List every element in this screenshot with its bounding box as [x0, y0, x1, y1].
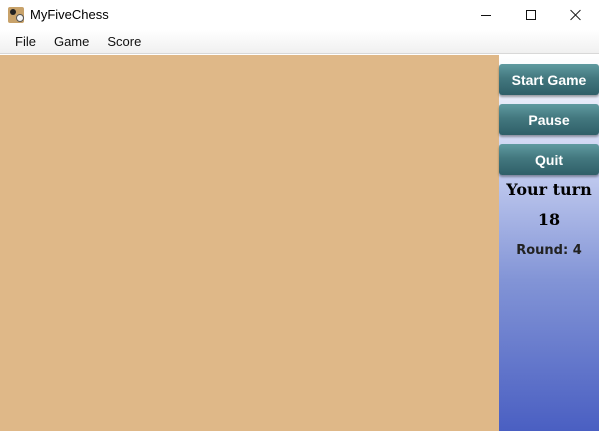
window-title: MyFiveChess [30, 7, 109, 22]
turn-status: Your turn [506, 180, 592, 199]
game-board[interactable] [0, 55, 499, 431]
pause-button[interactable]: Pause [499, 104, 599, 135]
minimize-icon [481, 14, 491, 16]
minimize-button[interactable] [463, 0, 509, 30]
menu-game[interactable]: Game [45, 30, 98, 54]
quit-button[interactable]: Quit [499, 144, 599, 175]
chess-app-icon [8, 7, 24, 23]
menu-bar: File Game Score [0, 30, 599, 54]
maximize-button[interactable] [508, 0, 554, 30]
start-game-button[interactable]: Start Game [499, 64, 599, 95]
round-label: Round: 4 [516, 243, 582, 258]
app-window: MyFiveChess File Game Score Start Game P… [0, 0, 599, 431]
menu-score[interactable]: Score [98, 30, 150, 54]
menu-file[interactable]: File [6, 30, 45, 54]
close-icon [570, 9, 582, 21]
maximize-icon [526, 10, 536, 20]
title-bar[interactable]: MyFiveChess [0, 0, 599, 30]
turn-counter: 18 [537, 210, 561, 229]
close-button[interactable] [553, 0, 599, 30]
side-panel: Start Game Pause Quit Your turn 18 Round… [499, 55, 599, 431]
